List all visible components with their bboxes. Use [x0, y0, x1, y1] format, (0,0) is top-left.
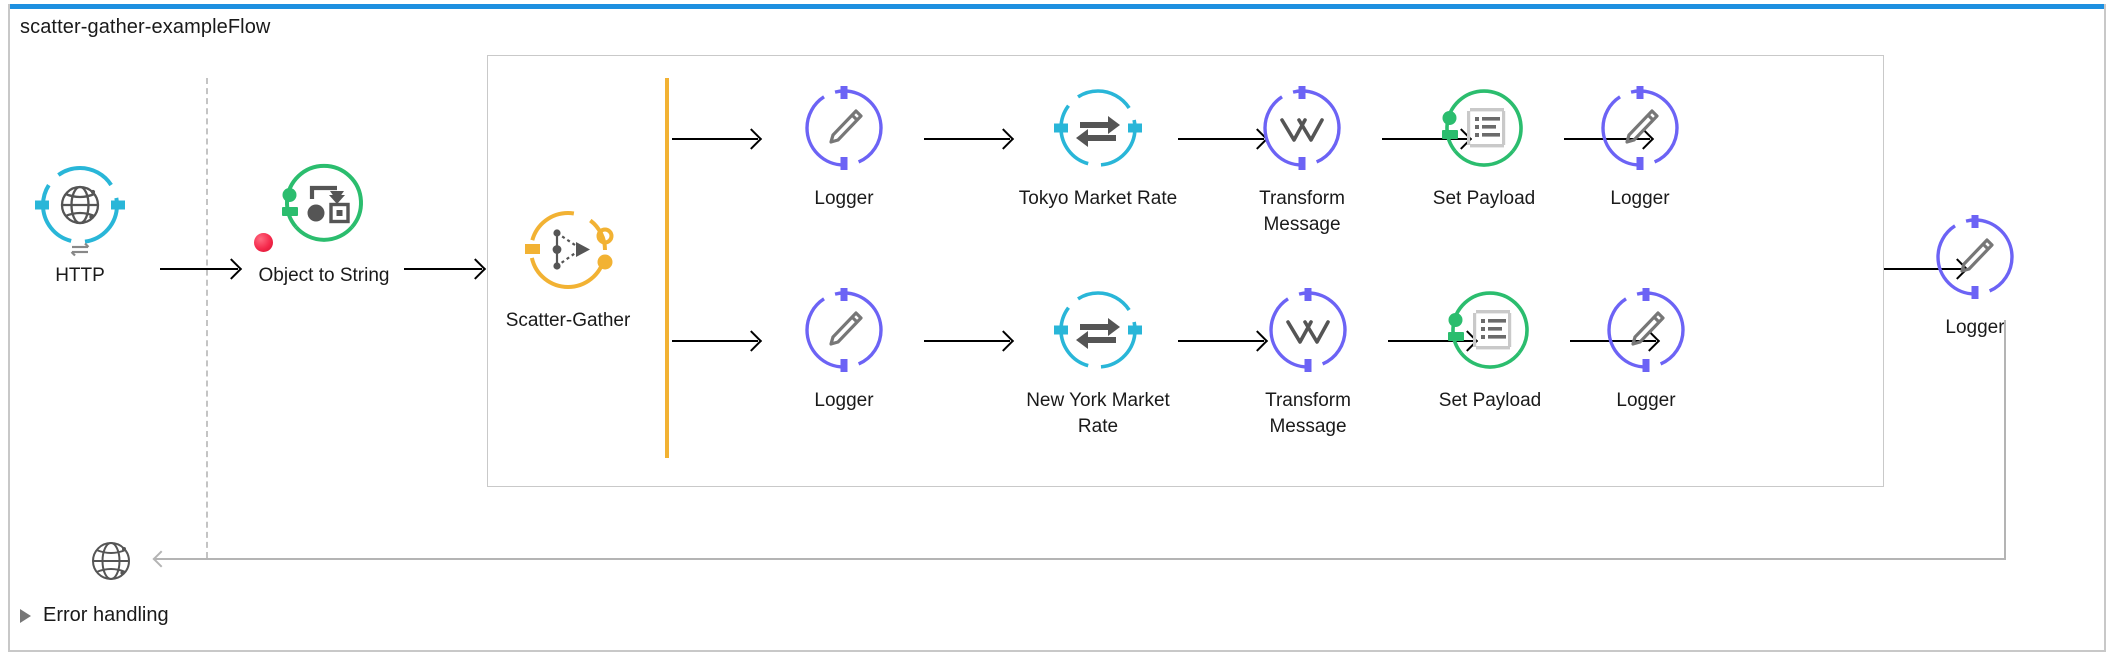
ring-wrap — [1258, 280, 1358, 380]
node-route1-set-payload[interactable]: Set Payload — [1410, 280, 1570, 414]
exchange-arrows-icon — [1054, 291, 1142, 369]
node-label: Tokyo Market Rate — [1018, 188, 1178, 209]
document-lines-icon — [1442, 89, 1523, 167]
node-scatter-gather-label: Scatter-Gather — [505, 310, 631, 331]
response-globe-icon — [92, 542, 130, 580]
node-object-to-string[interactable]: Object to String — [244, 155, 404, 289]
node-label: Logger — [814, 188, 874, 209]
ring-wrap — [1925, 207, 2025, 307]
node-label: Transform Message — [1259, 188, 1345, 235]
ring-wrap — [1048, 78, 1148, 178]
scatter-gather-ring-wrap — [518, 200, 618, 300]
dataweave-icon — [1263, 86, 1341, 170]
object-to-string-ring-wrap — [274, 155, 374, 255]
http-ring-wrap — [30, 155, 130, 257]
pencil-icon — [805, 86, 883, 170]
node-route1-newyork-market-rate[interactable]: New York Market Rate — [1018, 280, 1178, 440]
pencil-icon — [1936, 215, 2014, 299]
ring-wrap — [1434, 78, 1534, 178]
pencil-icon — [1601, 86, 1679, 170]
node-route1-logger-1[interactable]: Logger — [764, 280, 924, 414]
return-path-arrowhead — [152, 550, 170, 568]
node-route1-transform-message[interactable]: Transform Message — [1228, 280, 1388, 440]
dataweave-icon — [1269, 288, 1347, 372]
ring-wrap — [794, 280, 894, 380]
connector-route0-1 — [924, 138, 1010, 140]
node-scatter-gather[interactable]: Scatter-Gather — [488, 200, 648, 334]
node-label: Transform Message — [1265, 390, 1351, 437]
node-label: New York Market Rate — [1026, 390, 1170, 437]
source-process-separator — [206, 78, 208, 558]
node-final-logger-label: Logger — [1945, 317, 2005, 338]
node-object-to-string-label: Object to String — [258, 265, 390, 286]
node-http-label: HTTP — [55, 265, 105, 286]
transform-object-icon — [282, 163, 363, 242]
ring-wrap — [1048, 280, 1148, 380]
node-label: Logger — [814, 390, 874, 411]
document-lines-icon — [1448, 291, 1529, 369]
connector-route1-1 — [924, 340, 1010, 342]
ring-wrap — [1596, 280, 1696, 380]
node-route0-transform-message[interactable]: Transform Message — [1222, 78, 1382, 238]
scatter-gather-icon — [525, 211, 614, 289]
exchange-arrows-icon — [1054, 89, 1142, 167]
node-label: Set Payload — [1438, 390, 1542, 411]
node-label: Set Payload — [1432, 188, 1536, 209]
breakpoint-marker[interactable] — [254, 233, 273, 252]
pencil-icon — [1607, 288, 1685, 372]
node-label: Logger — [1610, 188, 1670, 209]
ring-wrap — [794, 78, 894, 178]
node-route0-tokyo-market-rate[interactable]: Tokyo Market Rate — [1018, 78, 1178, 212]
scatter-gather-route-bar — [665, 78, 669, 458]
node-http[interactable]: HTTP — [0, 155, 160, 289]
ring-wrap — [1590, 78, 1690, 178]
return-path-vertical — [2004, 320, 2006, 559]
pencil-icon — [805, 288, 883, 372]
ring-wrap — [1440, 280, 1540, 380]
error-handling-label: Error handling — [43, 604, 169, 626]
flow-title: scatter-gather-exampleFlow — [20, 16, 271, 38]
window-border-bottom — [8, 650, 2106, 652]
window-border-left — [8, 4, 10, 652]
node-route1-logger-2[interactable]: Logger — [1566, 280, 1726, 414]
connector-route0-enter — [672, 138, 758, 140]
connector-http-to-object — [160, 268, 238, 270]
return-path-horizontal — [155, 558, 2006, 560]
connector-route1-enter — [672, 340, 758, 342]
connector-object-to-scattergather — [404, 268, 482, 270]
flow-canvas: scatter-gather-exampleFlow HTTP Object t… — [0, 0, 2114, 660]
node-route0-logger-2[interactable]: Logger — [1560, 78, 1720, 212]
triangle-right-icon[interactable] — [20, 608, 31, 623]
node-final-logger[interactable]: Logger — [1895, 207, 2055, 341]
node-label: Logger — [1616, 390, 1676, 411]
ring-wrap — [1252, 78, 1352, 178]
window-accent-bar — [8, 4, 2106, 9]
error-handling-section[interactable]: Error handling — [20, 604, 169, 627]
window-border-right — [2104, 4, 2106, 652]
node-route0-set-payload[interactable]: Set Payload — [1404, 78, 1564, 212]
node-route0-logger-1[interactable]: Logger — [764, 78, 924, 212]
globe-icon — [35, 166, 125, 257]
